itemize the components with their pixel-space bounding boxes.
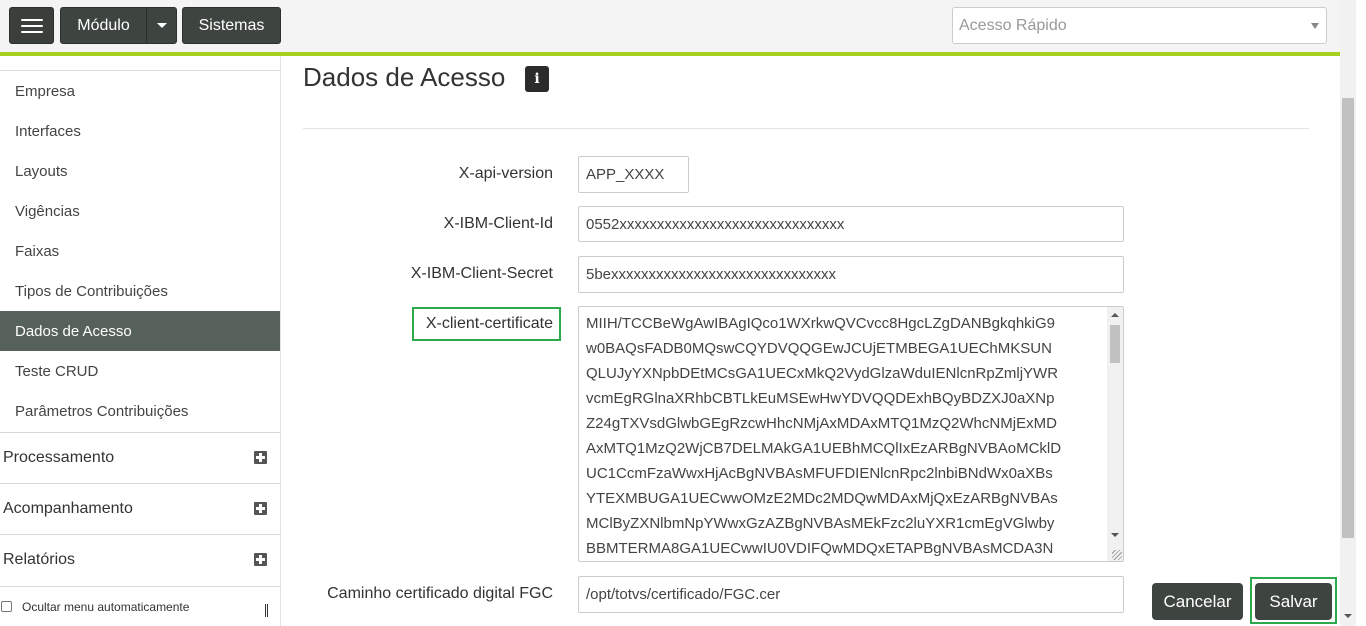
certificate-line: vcmEgRGlnaXRhbCBTLkEuMSEwHwYDVQQDExhBQyB…: [586, 390, 1055, 407]
sidebar-group-label: Processamento: [3, 449, 115, 466]
sidebar-item-teste-crud[interactable]: Teste CRUD: [0, 351, 280, 391]
certificate-line: w0BAQsFADB0MQswCQYDVQQGEwJCUjETMBEGA1UEC…: [586, 340, 1052, 357]
sidebar-item-empresa[interactable]: Empresa: [0, 71, 280, 111]
sidebar-group-label: Relatórios: [3, 551, 76, 568]
certificate-line: UC1CcmFzaWwxHjAcBgNVBAsMFUFDIENlcnRpc2ln…: [586, 465, 1053, 482]
sidebar-item-parametros-contribuicoes[interactable]: Parâmetros Contribuições: [0, 391, 280, 431]
sidebar-item-vigencias[interactable]: Vigências: [0, 191, 280, 231]
cancel-button[interactable]: Cancelar: [1152, 583, 1243, 620]
certificate-line: MIIH/TCCBeWgAwIBAgIQco1WXrkwQVCvcc8HgcLZ…: [586, 315, 1056, 332]
api-version-input[interactable]: APP_XXXX: [578, 156, 689, 193]
scroll-thumb[interactable]: [1110, 325, 1120, 363]
hide-menu-checkbox[interactable]: [1, 601, 12, 612]
certificate-line: MClByZXNlbmNpYWwxGzAZBgNVBAsMEkFzc2luYXR…: [586, 515, 1055, 532]
client-certificate-label: X-client-certificate: [425, 315, 553, 332]
sidebar-group-relatorios[interactable]: Relatórios: [0, 534, 281, 585]
sidebar-item-dados-acesso[interactable]: Dados de Acesso: [0, 311, 280, 351]
textarea-scrollbar[interactable]: [1107, 307, 1123, 561]
expand-plus-icon[interactable]: [254, 553, 267, 566]
certificate-line: QLUJyYXNpbDEtMCsGA1UECxMkQ2VydGlzaWduIEN…: [586, 365, 1059, 382]
sidebar-item-faixas[interactable]: Faixas: [0, 231, 280, 271]
title-divider: [303, 128, 1309, 129]
modulo-button[interactable]: Módulo: [60, 7, 147, 44]
hamburger-icon: [20, 18, 43, 33]
certificate-line: BBMTERMA8GA1UECwwIU0VDIFQwMDQxETAPBgNVBA…: [586, 540, 1054, 557]
client-secret-input[interactable]: 5bexxxxxxxxxxxxxxxxxxxxxxxxxxxxxx: [578, 256, 1124, 293]
client-certificate-textarea[interactable]: MIIH/TCCBeWgAwIBAgIQco1WXrkwQVCvcc8HgcLZ…: [578, 306, 1124, 562]
hamburger-menu-button[interactable]: [9, 7, 54, 44]
sidebar: Empresa Interfaces Layouts Vigências Fai…: [0, 56, 281, 626]
dropdown-arrow-icon: [1311, 23, 1319, 29]
resize-handle-icon[interactable]: [1112, 550, 1122, 560]
hide-menu-label: Ocultar menu automaticamente: [22, 599, 190, 614]
page-scroll-thumb[interactable]: [1342, 98, 1354, 538]
certificate-text: MIIH/TCCBeWgAwIBAgIQco1WXrkwQVCvcc8HgcLZ…: [586, 311, 1101, 561]
modulo-dropdown-toggle[interactable]: [146, 7, 177, 44]
sidebar-item-tipos-contribuicoes[interactable]: Tipos de Contribuições: [0, 271, 280, 311]
api-version-label: X-api-version: [458, 165, 553, 182]
client-id-input[interactable]: 0552xxxxxxxxxxxxxxxxxxxxxxxxxxxxxx: [578, 206, 1124, 242]
cert-path-label: Caminho certificado digital FGC: [327, 585, 553, 602]
sistemas-button[interactable]: Sistemas: [182, 7, 281, 44]
scroll-down-icon[interactable]: [1111, 533, 1119, 537]
client-secret-label: X-IBM-Client-Secret: [410, 265, 553, 282]
sidebar-group-processamento[interactable]: Processamento: [0, 432, 281, 483]
certificate-line: Z24gTXVsdGlwbGEgRzcwHhcNMjAxMDAxMTQ1MzQ2…: [586, 415, 1057, 432]
save-button-highlight: Salvar: [1250, 577, 1337, 624]
expand-plus-icon[interactable]: [254, 502, 267, 515]
top-bar: Módulo Sistemas Acesso Rápido: [0, 0, 1340, 52]
sidebar-item-layouts[interactable]: Layouts: [0, 151, 280, 191]
page-title: Dados de Acesso: [303, 62, 506, 92]
cert-path-input[interactable]: /opt/totvs/certificado/FGC.cer: [578, 576, 1124, 613]
info-icon[interactable]: i: [525, 66, 549, 92]
scroll-down-icon[interactable]: [1344, 614, 1352, 618]
quick-access-placeholder: Acesso Rápido: [959, 17, 1067, 34]
client-id-label: X-IBM-Client-Id: [443, 215, 553, 232]
page-scrollbar[interactable]: [1340, 0, 1356, 626]
sidebar-group-acompanhamento[interactable]: Acompanhamento: [0, 483, 281, 534]
resize-grip-icon[interactable]: [265, 604, 268, 617]
sidebar-item-interfaces[interactable]: Interfaces: [0, 111, 280, 151]
certificate-line: YTEXMBUGA1UECwwOMzE2MDc2MDQwMDAxMjQxEzAR…: [586, 490, 1058, 507]
hide-menu-option[interactable]: Ocultar menu automaticamente: [0, 586, 281, 626]
sidebar-group-label: Acompanhamento: [3, 500, 133, 517]
quick-access-select[interactable]: Acesso Rápido: [952, 7, 1327, 44]
save-button[interactable]: Salvar: [1255, 583, 1332, 620]
scroll-up-icon[interactable]: [1111, 313, 1119, 317]
caret-down-icon: [156, 23, 167, 28]
expand-plus-icon[interactable]: [254, 451, 267, 464]
certificate-line: AxMTQ1MzQ2WjCB7DELMAkGA1UEBhMCQlIxEzARBg…: [586, 440, 1062, 457]
